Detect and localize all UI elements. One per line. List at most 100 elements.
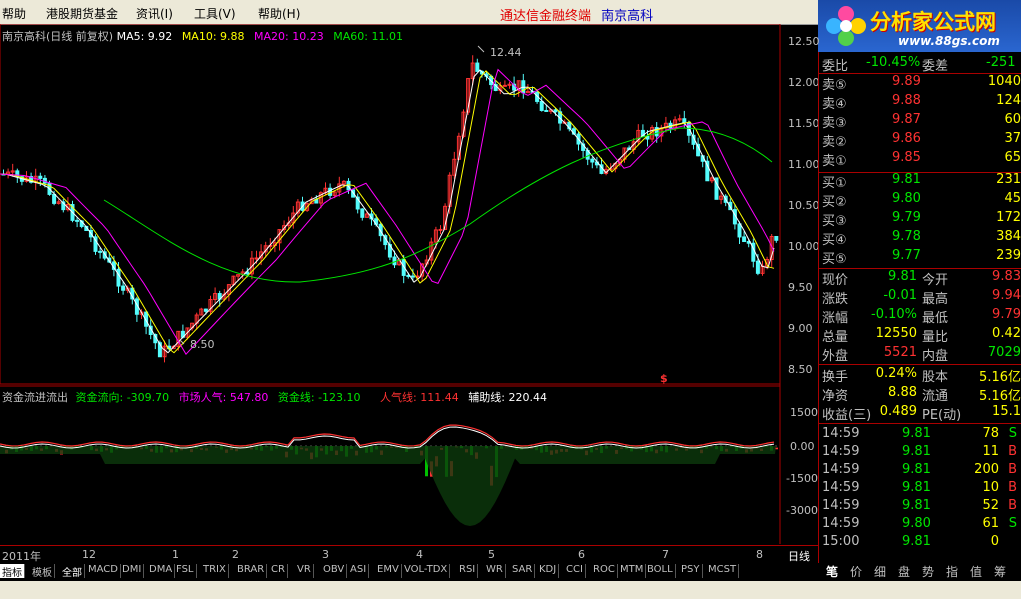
tick-side: S — [1008, 426, 1017, 441]
candle-body — [682, 118, 687, 124]
date-tick: 3 — [322, 548, 329, 561]
indicator-tab[interactable]: DMI — [120, 564, 145, 578]
stock-title: 南京高科 — [601, 9, 654, 24]
indicator-tab[interactable]: KDJ — [537, 564, 560, 578]
buy-level-label: 买③ — [822, 214, 847, 229]
indicator-tab[interactable]: RSI — [457, 564, 479, 578]
indicator-tab[interactable]: BRAR — [235, 564, 268, 578]
buy-level-row[interactable]: 买② 9.80 45 — [822, 191, 1021, 210]
indicator-tab[interactable]: ROC — [591, 564, 618, 578]
chart-area[interactable]: 南京高科(日线 前复权) MA5: 9.92 MA10: 9.88 MA20: … — [0, 24, 820, 563]
indicator-tab[interactable]: DMA — [147, 564, 176, 578]
tick-time: 15:00 — [822, 534, 860, 549]
buy-level-label: 买② — [822, 195, 847, 210]
buy-level-price: 9.79 — [892, 210, 921, 225]
indicator-tab[interactable]: VR — [295, 564, 314, 578]
panel-tab[interactable]: 指 — [946, 563, 958, 580]
indicator-tab[interactable]: PSY — [679, 564, 703, 578]
indicator-tick: -1500 — [786, 472, 818, 485]
stat-value: 9.81 — [888, 269, 917, 284]
buy-level-label: 买① — [822, 176, 847, 191]
indicator-tab[interactable]: VOL-TDX — [402, 564, 451, 578]
candle-body — [553, 109, 558, 113]
buy-level-row[interactable]: 买③ 9.79 172 — [822, 210, 1021, 229]
indicator-tab[interactable]: 模板 — [30, 564, 55, 579]
buy-level-price: 9.78 — [892, 229, 921, 244]
stat-label: 股本 — [922, 370, 949, 385]
candle-body — [737, 223, 742, 238]
buy-level-row[interactable]: 买① 9.81 231 — [822, 172, 1021, 191]
tick-side: B — [1008, 444, 1017, 459]
sell-level-row[interactable]: 卖⑤ 9.89 1040 — [822, 74, 1021, 93]
indicator-tab[interactable]: 指标 — [0, 564, 25, 579]
indicator-tab[interactable]: 全部 — [60, 564, 85, 579]
indicator-tab[interactable]: ASI — [348, 564, 370, 578]
weicha-value: -251 — [986, 55, 1016, 70]
ma5-value: MA5: 9.92 — [116, 30, 173, 43]
period-label[interactable]: 日线 — [788, 548, 810, 564]
panel-tab[interactable]: 筹 — [994, 563, 1006, 580]
sell-level-label: 卖① — [822, 154, 847, 169]
sell-level-volume: 60 — [1004, 112, 1021, 127]
sell-level-row[interactable]: 卖④ 9.88 124 — [822, 93, 1021, 112]
status-bar — [0, 581, 1021, 599]
stat-label: 量比 — [922, 330, 949, 345]
menu-help-left[interactable]: 帮助 — [2, 5, 26, 22]
indicator-tab[interactable]: MTM — [618, 564, 647, 578]
buy-level-price: 9.80 — [892, 191, 921, 206]
panel-tab[interactable]: 势 — [922, 563, 934, 580]
candle-body — [590, 158, 595, 163]
ma60-line — [103, 127, 773, 283]
indicator-tab[interactable]: MACD — [86, 564, 121, 578]
panel-tab[interactable]: 细 — [874, 563, 886, 580]
menu-help[interactable]: 帮助(H) — [258, 5, 300, 22]
tick-volume: 61 — [982, 516, 999, 531]
panel-tab[interactable]: 笔 — [826, 563, 838, 580]
stat-value: 9.83 — [992, 269, 1021, 284]
tick-volume: 200 — [974, 462, 999, 477]
price-tick: 10.00 — [788, 240, 820, 253]
flower-icon — [826, 6, 866, 46]
indicator-tab[interactable]: MCST — [706, 564, 740, 578]
stat-value: 0.489 — [879, 404, 917, 419]
tick-time: 14:59 — [822, 480, 860, 495]
menu-info[interactable]: 资讯(I) — [136, 5, 173, 22]
tick-row: 14:59 9.81 11 B — [822, 444, 1021, 462]
menu-hk-futures[interactable]: 港股期货基金 — [46, 5, 118, 22]
tick-volume: 0 — [990, 534, 999, 549]
buy-level-volume: 172 — [996, 210, 1021, 225]
quote-stat-row: 外盘 5521 内盘 7029 — [822, 345, 1021, 364]
sell-level-row[interactable]: 卖① 9.85 65 — [822, 150, 1021, 169]
panel-tab[interactable]: 价 — [850, 563, 862, 580]
stat-value: 0.42 — [992, 326, 1021, 341]
tick-side: S — [1008, 516, 1017, 531]
buy-level-price: 9.81 — [892, 172, 921, 187]
indicator-tab[interactable]: SAR — [510, 564, 536, 578]
menu-tools[interactable]: 工具(V) — [194, 5, 236, 22]
indicator-tab[interactable]: WR — [484, 564, 506, 578]
logo-url: www.88gs.com — [898, 34, 1000, 48]
tick-time: 14:59 — [822, 516, 860, 531]
indicator-tab[interactable]: TRIX — [201, 564, 229, 578]
buy-level-volume: 384 — [996, 229, 1021, 244]
indicator-tab[interactable]: FSL — [174, 564, 197, 578]
panel-tab[interactable]: 值 — [970, 563, 982, 580]
buy-level-row[interactable]: 买④ 9.78 384 — [822, 229, 1021, 248]
indicator-tab[interactable]: OBV — [321, 564, 348, 578]
panel-tab[interactable]: 盘 — [898, 563, 910, 580]
date-tick: 7 — [662, 548, 669, 561]
candle-body — [539, 100, 544, 111]
sell-level-row[interactable]: 卖③ 9.87 60 — [822, 112, 1021, 131]
indicator-tab[interactable]: BOLL — [645, 564, 676, 578]
indicator-tab[interactable]: CR — [269, 564, 288, 578]
tick-side: B — [1008, 480, 1017, 495]
quote-stat-row: 总量 12550 量比 0.42 — [822, 326, 1021, 345]
sell-level-row[interactable]: 卖② 9.86 37 — [822, 131, 1021, 150]
buy-level-row[interactable]: 买⑤ 9.77 239 — [822, 248, 1021, 267]
indicator-tab[interactable]: CCI — [564, 564, 586, 578]
indicator-tab[interactable]: EMV — [375, 564, 402, 578]
tick-row: 14:59 9.81 78 S — [822, 426, 1021, 444]
app-title: 通达信金融终端 — [500, 9, 592, 24]
tick-price: 9.81 — [902, 498, 931, 513]
tick-row: 14:59 9.81 52 B — [822, 498, 1021, 516]
